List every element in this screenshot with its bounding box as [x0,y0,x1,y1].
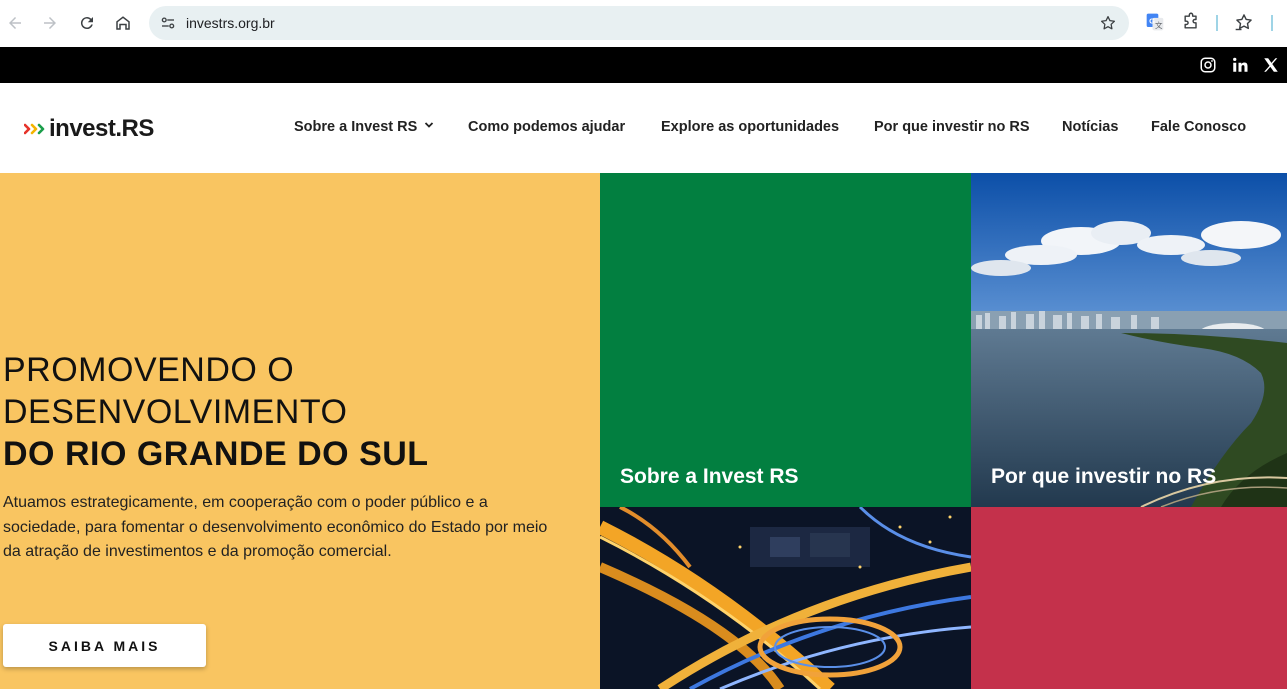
toolbar-edge [1271,15,1273,31]
nav-noticias[interactable]: Notícias [1062,119,1118,135]
logo-text: invest.RS [49,115,154,142]
url-text[interactable]: investrs.org.br [186,15,275,31]
saiba-mais-button[interactable]: SAIBA MAIS [3,624,206,667]
reload-icon[interactable] [74,10,100,36]
night-highway-image [600,507,971,689]
svg-text:文: 文 [1155,20,1163,30]
google-translate-icon[interactable]: G 文 [1145,12,1165,32]
hero-description: Atuamos estrategicamente, em cooperação … [3,494,548,560]
linkedin-icon[interactable] [1231,56,1249,74]
forward-arrow-icon[interactable] [37,10,63,36]
city-lake-image [971,173,1287,507]
address-bar[interactable]: investrs.org.br [149,6,1129,40]
back-arrow-icon[interactable] [2,10,28,36]
tile-red[interactable] [971,507,1287,689]
tile-por-que-investir-label: Por que investir no RS [991,465,1217,488]
hero-title: PROMOVENDO O DESENVOLVIMENTO DO RIO GRAN… [3,349,429,475]
toolbar-divider [1216,15,1218,31]
hero-section: PROMOVENDO O DESENVOLVIMENTO DO RIO GRAN… [0,173,600,689]
tile-night-highway[interactable] [600,507,971,689]
site-settings-icon[interactable] [159,14,177,32]
nav-como-podemos-ajudar[interactable]: Como podemos ajudar [468,119,625,135]
nav-fale-conosco[interactable]: Fale Conosco [1151,119,1246,135]
logo-chevrons-icon [24,123,45,135]
extensions-puzzle-icon[interactable] [1181,12,1201,32]
tile-por-que-investir[interactable]: Por que investir no RS [971,173,1287,507]
hero-title-line1: PROMOVENDO O [3,351,295,389]
browser-toolbar: investrs.org.br G 文 [0,0,1287,47]
site-header: invest.RS Sobre a Invest RS Como podemos… [0,83,1287,173]
nav-sobre-label: Sobre a Invest RS [294,119,418,135]
tile-sobre-invest-rs[interactable]: Sobre a Invest RS [600,173,971,507]
bookmark-star-icon[interactable] [1099,14,1117,32]
hero-title-line2: DESENVOLVIMENTO [3,393,348,431]
chevron-down-icon [425,122,434,128]
invest-rs-logo[interactable]: invest.RS [24,115,154,143]
nav-por-que-investir[interactable]: Por que investir no RS [874,119,1030,135]
instagram-icon[interactable] [1199,56,1217,74]
x-twitter-icon[interactable] [1262,56,1280,74]
reading-list-icon[interactable] [1234,12,1254,32]
home-icon[interactable] [110,10,136,36]
social-bar [0,47,1287,83]
hero-title-line3: DO RIO GRANDE DO SUL [3,435,429,473]
nav-explore-oportunidades[interactable]: Explore as oportunidades [661,119,839,135]
tile-sobre-label: Sobre a Invest RS [620,465,799,488]
nav-sobre[interactable]: Sobre a Invest RS [294,119,434,135]
